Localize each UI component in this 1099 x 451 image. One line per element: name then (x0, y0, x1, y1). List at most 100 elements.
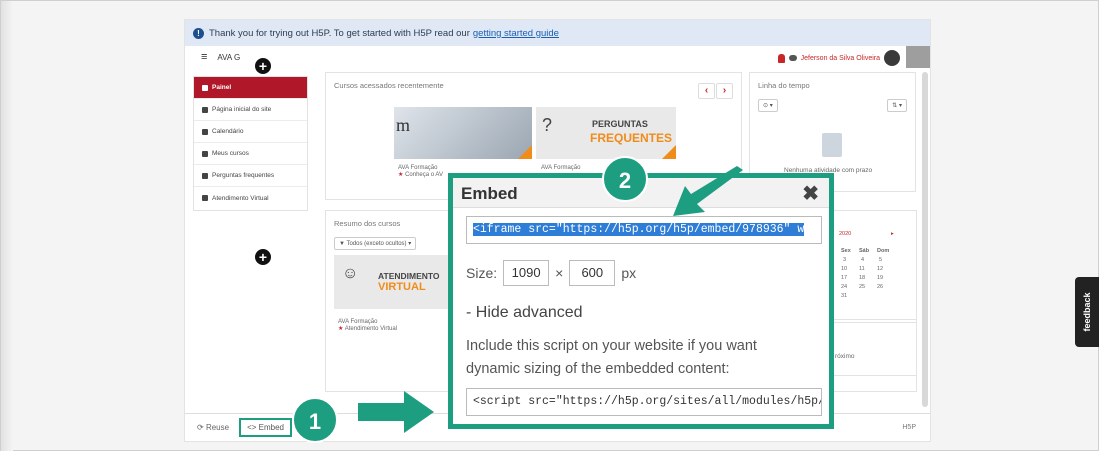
timeline-sort-dropdown[interactable]: ⇅ ▾ (887, 99, 907, 112)
home-icon (202, 106, 208, 113)
sidebar-item-calendar[interactable]: Calendário (194, 121, 307, 143)
calendar-day[interactable]: 24 (841, 284, 847, 290)
h5p-logo[interactable]: H5P (902, 424, 916, 431)
calendar-day[interactable]: 26 (877, 284, 883, 290)
course-image[interactable]: m (394, 107, 532, 159)
sidebar-item-home[interactable]: Página inicial do site (194, 99, 307, 121)
course-meta: AVA Formação ★ Atendimento Virtual (338, 319, 397, 332)
sidebar-item-label: Atendimento Virtual (212, 194, 269, 202)
hamburger-menu-icon[interactable]: ≡ (201, 51, 207, 63)
course-category: AVA Formação (541, 165, 581, 171)
sidebar-item-faq[interactable]: Perguntas frequentes (194, 165, 307, 187)
embed-button[interactable]: <> Embed (239, 418, 292, 437)
user-name[interactable]: Jeferson da Silva Oliveira (801, 55, 880, 62)
sidebar-item-label: Página inicial do site (212, 106, 272, 113)
notice-text: Thank you for trying out H5P. To get sta… (209, 27, 470, 39)
calendar-icon (202, 128, 208, 135)
getting-started-link[interactable]: getting started guide (473, 28, 559, 39)
next-button[interactable]: › (716, 83, 733, 99)
timeline-filter-dropdown[interactable]: ⊙ ▾ (758, 99, 778, 112)
calendar-next-icon[interactable]: ▸ (891, 231, 894, 237)
sidebar-item-label: Calendário (212, 128, 244, 135)
empty-state-icon (822, 133, 842, 157)
iframe-code-field[interactable]: <iframe src="https://h5p.org/h5p/embed/9… (466, 216, 822, 244)
calendar-day[interactable]: 4 (861, 257, 864, 263)
feedback-tab[interactable]: feedback (1075, 277, 1099, 347)
course-meta: AVA Formação ★ Conheça o AV (398, 165, 443, 178)
avatar[interactable] (884, 50, 900, 66)
dashboard-icon (202, 84, 208, 91)
info-icon: ! (193, 27, 204, 39)
calendar-day[interactable]: 10 (841, 266, 847, 272)
sidebar-item-label: Perguntas frequentes (212, 172, 275, 179)
support-title-line1: ATENDIMENTO (378, 271, 440, 281)
prev-button[interactable]: ‹ (698, 83, 715, 99)
cursor-plus-icon: + (255, 249, 271, 265)
calendar-header: Sáb (859, 248, 870, 254)
calendar-year: 2020 (839, 231, 852, 237)
selected-embed-code: <iframe src="https://h5p.org/h5p/embed/9… (473, 223, 805, 236)
cursor-plus-icon: + (255, 58, 271, 74)
sidebar-item-support[interactable]: Atendimento Virtual (194, 187, 307, 209)
sidebar-item-painel[interactable]: Painel (194, 77, 307, 99)
site-name[interactable]: AVA G (217, 53, 240, 62)
fullscreen-icon[interactable] (906, 46, 930, 68)
h5p-notice-bar: ! Thank you for trying out H5P. To get s… (185, 20, 930, 46)
course-name-row[interactable]: ★ Conheça o AV (398, 171, 443, 178)
calendar-day[interactable]: 17 (841, 275, 847, 281)
advanced-description: Include this script on your website if y… (466, 338, 757, 377)
unit-label: px (621, 265, 637, 281)
card-title: Cursos acessados recentemente (334, 81, 444, 90)
dialog-title: Embed (461, 184, 518, 203)
user-menu[interactable]: Jeferson da Silva Oliveira (777, 50, 900, 66)
calendar-day[interactable]: 3 (843, 257, 846, 263)
question-icon: ? (542, 115, 553, 135)
reuse-button[interactable]: ⟳ Reuse (197, 423, 229, 432)
calendar-header: Dom (877, 248, 890, 254)
calendar-day[interactable]: 11 (859, 266, 865, 272)
moodle-topbar: ≡ AVA G Jeferson da Silva Oliveira (185, 46, 930, 68)
upcoming-events-card: róximo (833, 322, 917, 376)
sidebar-item-label: Painel (212, 84, 232, 91)
width-input[interactable]: 1090 (503, 260, 550, 286)
calendar-header: Sex (841, 248, 851, 254)
support-title-line2: VIRTUAL (378, 281, 426, 293)
course-name-row[interactable]: ★ Atendimento Virtual (338, 325, 397, 332)
screenshot-frame: ! Thank you for trying out H5P. To get s… (0, 0, 1099, 451)
faq-course-image[interactable]: ? PERGUNTAS FREQUENTES (536, 107, 676, 159)
upcoming-text: róximo (835, 353, 855, 360)
bell-icon[interactable] (777, 53, 785, 63)
calendar-day[interactable]: 12 (877, 266, 883, 272)
star-icon: ★ (338, 326, 344, 332)
graduation-cap-icon (202, 172, 208, 179)
nav-drawer: Painel Página inicial do site Calendário… (193, 76, 308, 211)
course-filter-dropdown[interactable]: ▼ Todos (exceto ocultos) ▾ (334, 237, 417, 250)
times-symbol: × (555, 265, 564, 281)
sidebar-item-courses[interactable]: Meus cursos (194, 143, 307, 165)
height-input[interactable]: 600 (569, 260, 616, 286)
close-icon[interactable]: ✖ (802, 181, 819, 206)
left-shadow (1, 1, 13, 451)
course-logo-icon: m (396, 115, 411, 135)
size-label: Size: (466, 265, 498, 281)
calendar-day[interactable]: 18 (859, 275, 865, 281)
calendar-day[interactable]: 25 (859, 284, 865, 290)
course-name: Atendimento Virtual (344, 326, 397, 332)
faq-title-line1: PERGUNTAS (592, 119, 648, 129)
arrow-to-code-icon (673, 166, 743, 216)
calendar-day[interactable]: 31 (841, 293, 847, 299)
headset-icon: ☺ (342, 265, 359, 282)
step-one-badge: 1 (292, 397, 338, 443)
step-two-badge: 2 (602, 156, 648, 202)
calendar-card: 2020 ▸ Sex Sáb Dom 3 4 5 10 11 12 17 18 … (833, 210, 917, 320)
feedback-label: feedback (1082, 292, 1092, 332)
calendar-day[interactable]: 5 (879, 257, 882, 263)
size-row: Size: 1090 × 600 px (466, 260, 636, 286)
graduation-cap-icon (202, 150, 208, 157)
calendar-day[interactable]: 19 (877, 275, 883, 281)
hide-advanced-toggle[interactable]: - Hide advanced (466, 304, 583, 322)
chat-icon[interactable] (788, 55, 797, 61)
course-name: Conheça o AV (405, 172, 443, 178)
script-code-field[interactable]: <script src="https://h5p.org/sites/all/m… (466, 388, 822, 416)
scrollbar[interactable] (922, 72, 928, 407)
